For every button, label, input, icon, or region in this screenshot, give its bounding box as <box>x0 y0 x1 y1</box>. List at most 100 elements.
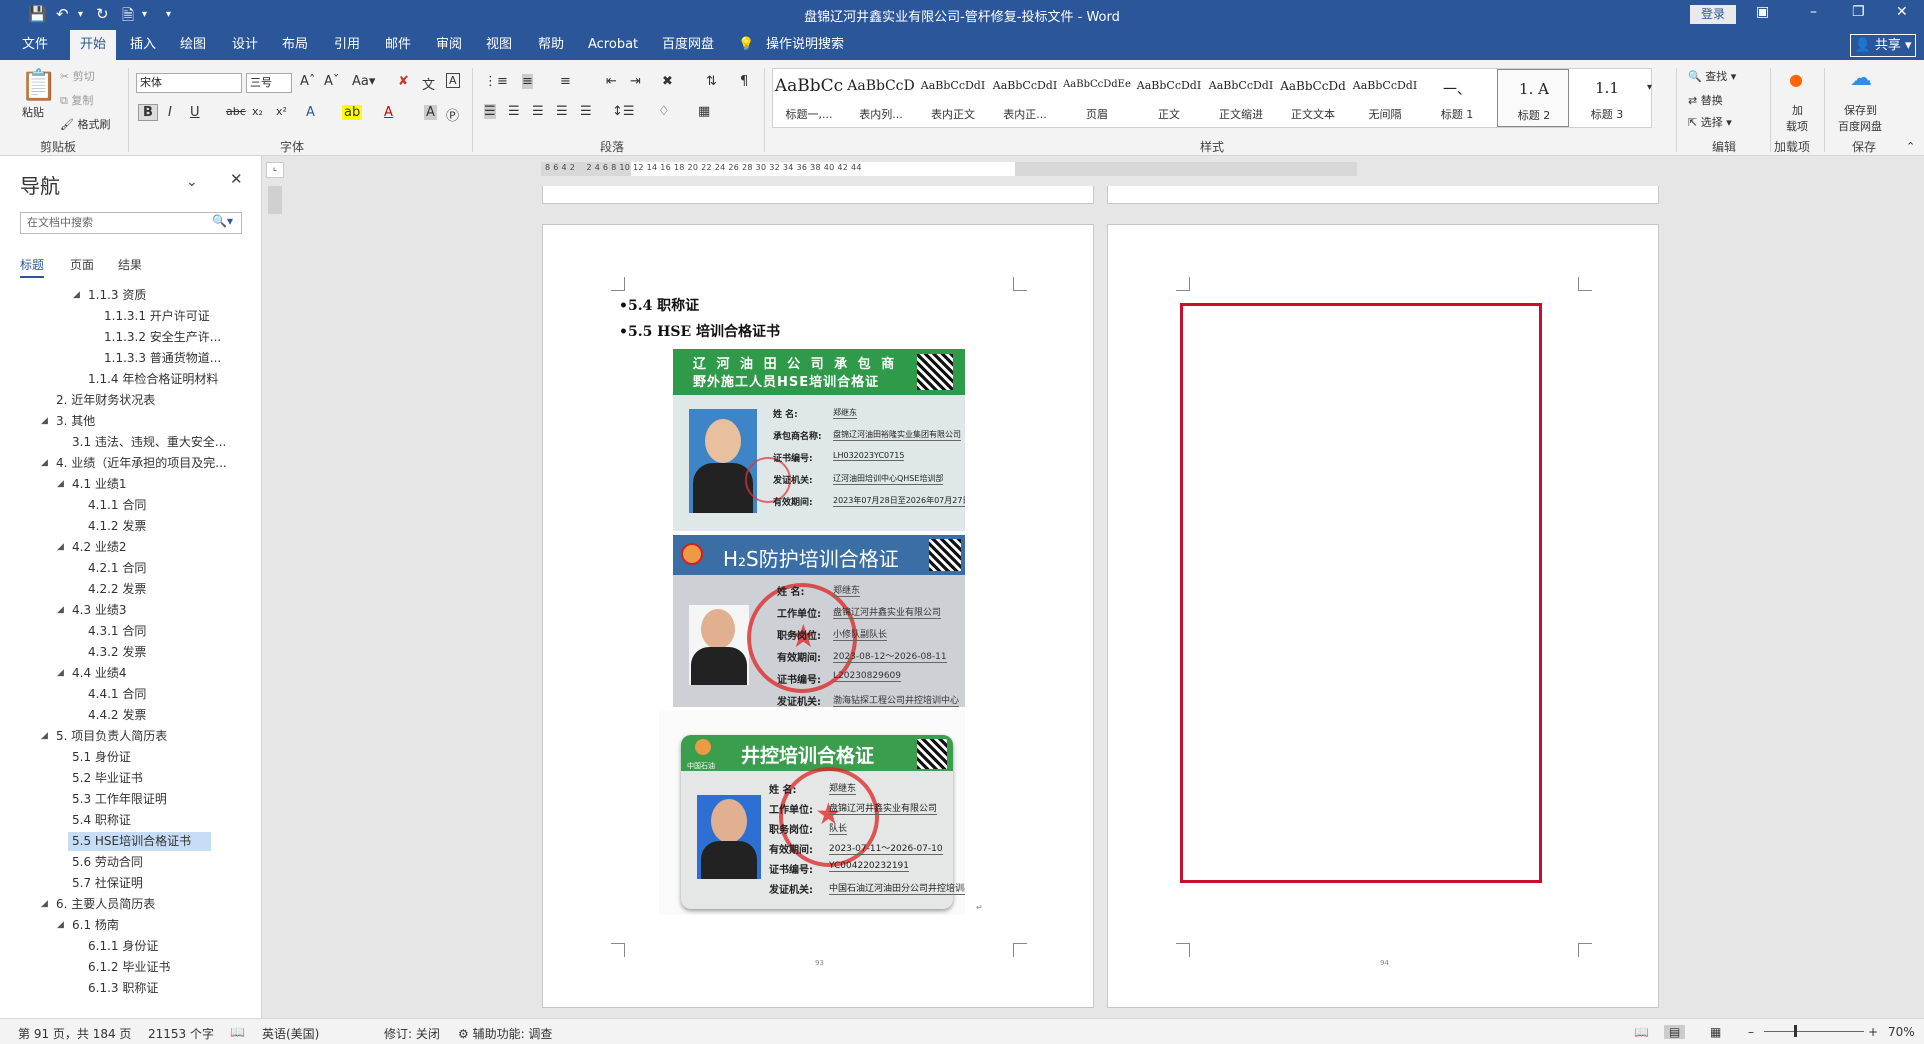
page-left[interactable]: •5.4 职称证 •5.5 HSE 培训合格证书 辽 河 油 田 公 司 承 包… <box>542 224 1094 1008</box>
underline-button[interactable]: U <box>190 105 200 120</box>
tab-design[interactable]: 设计 <box>232 30 258 60</box>
nav-tab-results[interactable]: 结果 <box>118 256 142 273</box>
style-heading-2[interactable]: 1. A 标题 2 <box>1497 69 1569 127</box>
replace-button[interactable]: ⇄ 替换 <box>1688 92 1723 108</box>
nav-heading-item[interactable]: 1.1.3.2 安全生产许... <box>100 328 221 347</box>
track-changes-status[interactable]: 修订: 关闭 <box>384 1025 440 1042</box>
collapse-triangle-icon[interactable]: ◢ <box>57 920 64 930</box>
zoom-in-icon[interactable]: + <box>1868 1025 1878 1039</box>
style-heading-yi[interactable]: AaBbCc 标题一,... <box>773 69 845 127</box>
style-body-text[interactable]: AaBbCcDd 正文文本 <box>1277 69 1349 127</box>
nav-heading-item[interactable]: 5.5 HSE培训合格证书 <box>68 832 212 851</box>
nav-tab-pages[interactable]: 页面 <box>70 256 94 273</box>
restore-icon[interactable]: ❐ <box>1852 4 1865 20</box>
superscript-button[interactable]: x² <box>276 105 287 118</box>
nav-heading-item[interactable]: 4.2 业绩2 <box>68 538 127 557</box>
minimize-icon[interactable]: – <box>1810 4 1817 20</box>
language-status[interactable]: 英语(美国) <box>262 1025 319 1042</box>
align-left-icon[interactable]: ☰ <box>484 104 496 119</box>
print-layout-icon[interactable]: ▤ <box>1664 1025 1686 1039</box>
nav-heading-item[interactable]: 6.1.2 毕业证书 <box>84 958 170 977</box>
nav-heading-item[interactable]: 4.3.2 发票 <box>84 643 146 662</box>
paste-button[interactable]: 粘贴 <box>22 104 44 120</box>
tab-draw[interactable]: 绘图 <box>180 30 206 60</box>
nav-heading-item[interactable]: 5.1 身份证 <box>68 748 131 767</box>
tell-me-search[interactable]: 操作说明搜索 <box>766 30 844 60</box>
zoom-out-icon[interactable]: – <box>1748 1025 1754 1039</box>
enclose-char-icon[interactable]: Ⓟ <box>446 105 459 124</box>
distributed-icon[interactable]: ☰ <box>580 104 592 119</box>
nav-heading-item[interactable]: 5.7 社保证明 <box>68 874 143 893</box>
find-button[interactable]: 🔍 查找 ▾ <box>1688 68 1736 84</box>
clear-format-icon[interactable]: ✘ <box>398 74 409 89</box>
nav-tab-headings[interactable]: 标题 <box>20 256 45 278</box>
hse-certificate-image[interactable]: 辽 河 油 田 公 司 承 包 商 野外施工人员HSE培训合格证 姓 名: 郑继东… <box>673 349 965 531</box>
accessibility-status[interactable]: ⚙ 辅助功能: 调查 <box>458 1025 552 1042</box>
nav-heading-item[interactable]: 5. 项目负责人简历表 <box>52 727 167 746</box>
collapse-triangle-icon[interactable]: ◢ <box>41 416 48 426</box>
tab-help[interactable]: 帮助 <box>538 30 564 60</box>
tab-home[interactable]: 开始 <box>70 30 117 60</box>
paste-icon[interactable]: 📋 <box>20 68 57 103</box>
nav-heading-item[interactable]: 4.4.1 合同 <box>84 685 146 704</box>
align-center-icon[interactable]: ☰ <box>508 104 520 119</box>
subscript-button[interactable]: x₂ <box>252 105 263 118</box>
cut-button[interactable]: ✂ 剪切 <box>60 68 95 84</box>
addin-label-1[interactable]: 加 <box>1792 102 1803 118</box>
style-table-body[interactable]: AaBbCcDdI 表内正文 <box>917 69 989 127</box>
font-name-combo[interactable]: 宋体 <box>136 73 242 93</box>
sort-icon[interactable]: ⇅ <box>706 74 717 89</box>
nav-heading-item[interactable]: 6.1.1 身份证 <box>84 937 158 956</box>
char-border-icon[interactable]: A <box>446 73 460 88</box>
close-icon[interactable]: ✕ <box>1896 4 1908 20</box>
select-button[interactable]: ⇱ 选择 ▾ <box>1688 114 1732 130</box>
nav-heading-item[interactable]: 3.1 违法、违规、重大安全... <box>68 433 226 452</box>
ruler-toggle[interactable]: ⌞ <box>266 162 284 178</box>
collapse-triangle-icon[interactable]: ◢ <box>41 731 48 741</box>
styles-more-icon[interactable]: ▾ <box>1647 82 1652 93</box>
nav-heading-item[interactable]: 4.3.1 合同 <box>84 622 146 641</box>
nav-heading-item[interactable]: 4.1 业绩1 <box>68 475 127 494</box>
collapse-triangle-icon[interactable]: ◢ <box>41 458 48 468</box>
ribbon-display-icon[interactable]: ▣ <box>1756 4 1769 20</box>
tab-file[interactable]: 文件 <box>22 30 48 60</box>
nav-heading-item[interactable]: 4.4 业绩4 <box>68 664 127 683</box>
page-right[interactable]: 94 <box>1107 224 1659 1008</box>
tab-insert[interactable]: 插入 <box>130 30 156 60</box>
nav-heading-item[interactable]: 4.4.2 发票 <box>84 706 146 725</box>
login-button[interactable]: 登录 <box>1690 5 1736 24</box>
collapse-triangle-icon[interactable]: ◢ <box>57 605 64 615</box>
nav-heading-item[interactable]: 4.2.1 合同 <box>84 559 146 578</box>
addin-icon[interactable]: ● <box>1789 70 1803 89</box>
numbering-icon[interactable]: ≡ <box>522 74 533 89</box>
well-control-certificate-image[interactable]: 井控培训合格证 中国石油 ★ 姓 名: 郑继东 工作单位: 盘锦辽河井鑫实业有限公司职… <box>659 711 965 915</box>
tab-view[interactable]: 视图 <box>486 30 512 60</box>
change-case-icon[interactable]: Aa▾ <box>352 74 375 89</box>
nav-heading-item[interactable]: 6. 主要人员简历表 <box>52 895 155 914</box>
nav-options-icon[interactable]: ⌄ <box>186 174 198 190</box>
zoom-level[interactable]: 70% <box>1888 1025 1915 1039</box>
increase-indent-icon[interactable]: ⇥ <box>630 74 641 89</box>
tab-mailings[interactable]: 邮件 <box>385 30 411 60</box>
nav-heading-item[interactable]: 4.1.1 合同 <box>84 496 146 515</box>
copy-button[interactable]: ⧉ 复制 <box>60 92 93 108</box>
shading-icon[interactable]: ♢ <box>658 104 670 119</box>
highlight-color-icon[interactable]: ab <box>342 105 363 120</box>
line-spacing-icon[interactable]: ↕☰ <box>612 104 635 119</box>
font-size-combo[interactable]: 三号 <box>246 73 292 93</box>
collapse-triangle-icon[interactable]: ◢ <box>73 290 80 300</box>
word-count-status[interactable]: 21153 个字 <box>148 1025 214 1042</box>
style-heading-3[interactable]: 1.1 标题 3 <box>1571 69 1643 127</box>
borders-icon[interactable]: ▦ <box>698 104 710 119</box>
h2s-certificate-image[interactable]: H₂S防护培训合格证 ★ 姓 名: 郑继东 工作单位: 盘锦辽河井鑫实业有限公司 职务岗… <box>673 535 965 707</box>
nav-heading-item[interactable]: 1.1.4 年检合格证明材料 <box>84 370 218 389</box>
collapse-ribbon-icon[interactable]: ⌃ <box>1906 140 1915 153</box>
nav-heading-item[interactable]: 5.4 职称证 <box>68 811 131 830</box>
nav-heading-item[interactable]: 4.3 业绩3 <box>68 601 127 620</box>
bullets-icon[interactable]: ⋮≡ <box>484 74 508 89</box>
strikethrough-button[interactable]: abc <box>226 105 246 118</box>
char-shading-icon[interactable]: A <box>424 105 437 120</box>
collapse-triangle-icon[interactable]: ◢ <box>57 542 64 552</box>
nav-search-input[interactable]: 在文档中搜索 <box>20 212 242 234</box>
nav-heading-item[interactable]: 3. 其他 <box>52 412 95 431</box>
